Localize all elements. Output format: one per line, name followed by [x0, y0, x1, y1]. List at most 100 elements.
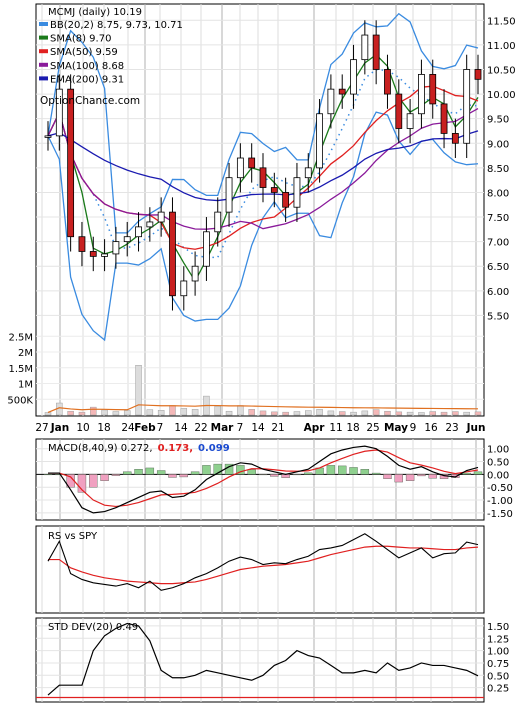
- macd-hist-value: 0.099: [198, 443, 230, 454]
- candle-body: [180, 280, 188, 297]
- candle-body: [338, 88, 346, 95]
- macd-signal-value: 0.173,: [158, 443, 193, 454]
- x-tick-label: 7: [237, 422, 244, 434]
- candle-body: [67, 88, 75, 238]
- x-tick-label: Apr: [304, 422, 326, 434]
- candle-body: [350, 59, 357, 95]
- candle-body: [169, 211, 176, 297]
- macd-histogram-bar: [111, 474, 121, 476]
- macd-histogram-bar: [258, 474, 268, 476]
- candle-body: [270, 187, 278, 193]
- volume-bar: [350, 411, 357, 416]
- candle-body: [89, 251, 97, 257]
- volume-y-axis: 2.5M 2M 1.5M 1M 500K: [7, 332, 33, 406]
- stock-chart: 11.50 11.00 10.50 10.00 9.50 9.00 8.50 8.00 7.50…: [0, 0, 526, 706]
- volume-bar: [293, 411, 301, 416]
- x-tick-label: 18: [346, 422, 359, 434]
- volume-y-tick: 500K: [7, 395, 33, 406]
- x-tick-label: Jun: [466, 422, 486, 434]
- volume-bar: [259, 410, 267, 416]
- price-y-tick: 11.00: [487, 41, 516, 52]
- candle-body: [101, 253, 108, 257]
- price-y-tick: 7.00: [487, 238, 509, 249]
- candle-body: [406, 113, 414, 129]
- x-tick-label: Jan: [50, 422, 69, 434]
- macd-y-axis: 1.00 0.500.00 -0.50 -1.00 -1.50: [487, 445, 513, 520]
- legend-swatch: [39, 62, 48, 67]
- legend-entry: SMA(100) 8.68: [50, 61, 124, 72]
- volume-y-tick: 1.5M: [8, 364, 33, 375]
- x-tick-label: 9: [410, 422, 417, 434]
- candle-body: [123, 236, 131, 243]
- legend-entry: EMA(200) 9.31: [50, 74, 124, 85]
- candle-body: [203, 231, 210, 267]
- volume-bar: [169, 405, 176, 416]
- macd-histogram-bar: [190, 471, 200, 475]
- volume-y-tick: 2.5M: [8, 332, 33, 343]
- volume-bar: [384, 410, 391, 416]
- std-y-tick: 1.50: [487, 622, 509, 633]
- x-tick-label: Feb: [134, 422, 156, 434]
- brand-label: OptionChance.com: [40, 95, 140, 107]
- candle-body: [293, 177, 301, 208]
- volume-bar: [135, 365, 142, 416]
- volume-bar: [463, 411, 470, 416]
- volume-bar: [440, 411, 448, 416]
- volume-bar: [191, 409, 199, 416]
- volume-bar: [305, 410, 312, 416]
- candle-body: [429, 74, 437, 105]
- volume-bar: [372, 409, 380, 416]
- macd-histogram-bar: [202, 465, 211, 475]
- candle-body: [418, 74, 425, 115]
- candle-body: [78, 236, 86, 252]
- price-y-tick: 6.50: [487, 262, 509, 273]
- macd-histogram-bar: [156, 470, 166, 475]
- rs-panel-frame: [35, 525, 485, 614]
- x-axis-labels: 27 Jan 10 18 24 Feb 7 14 22 Mar 7 14 21 Apr 11 18 25 May 9…: [35, 422, 485, 434]
- price-y-tick: 11.50: [487, 16, 516, 27]
- candle-body: [316, 113, 323, 169]
- macd-histogram-bar: [123, 471, 132, 475]
- macd-y-tick: -1.50: [487, 509, 513, 520]
- candle-body: [451, 133, 459, 144]
- volume-bar: [214, 405, 221, 416]
- legend-entry: SMA(50) 9.59: [50, 47, 118, 58]
- price-y-tick: 10.50: [487, 65, 516, 76]
- macd-histogram-bar: [43, 474, 53, 476]
- volume-bar: [146, 409, 154, 416]
- x-tick-label: 21: [271, 422, 284, 434]
- candle-body: [440, 103, 448, 134]
- candle-body: [225, 177, 233, 213]
- macd-histogram-bar: [270, 474, 279, 477]
- volume-bar: [67, 410, 74, 416]
- x-tick-label: 11: [329, 422, 342, 434]
- std-y-tick: 1.25: [487, 634, 509, 645]
- chart-canvas: 11.50 11.00 10.50 10.00 9.50 9.00 8.50 8.00 7.50…: [7, 3, 516, 703]
- candle-body: [474, 69, 482, 80]
- std-label: STD DEV(20) 0.49: [48, 622, 138, 633]
- macd-y-tick: 0.50: [487, 458, 509, 469]
- std-y-tick: 1.00: [487, 647, 509, 658]
- candle-body: [304, 167, 312, 179]
- macd-y-tick: -1.00: [487, 496, 513, 507]
- macd-histogram-bar: [462, 472, 471, 475]
- price-y-tick: 9.00: [487, 139, 509, 150]
- volume-bar: [338, 411, 346, 416]
- volume-bar: [237, 405, 244, 416]
- macd-label-main: MACD(8,40,9) 0.272,: [48, 443, 153, 454]
- price-y-tick: 6.00: [487, 287, 509, 298]
- legend-swatch: [39, 35, 48, 40]
- x-tick-label: 22: [194, 422, 207, 434]
- volume-bar: [271, 411, 278, 416]
- price-y-tick: 8.50: [487, 164, 509, 175]
- macd-histogram-bar: [349, 467, 358, 475]
- x-tick-label: Mar: [211, 422, 235, 434]
- macd-histogram-bar: [405, 474, 415, 481]
- x-tick-label: 24: [121, 422, 135, 434]
- volume-bar: [225, 410, 233, 416]
- macd-histogram-bar: [89, 474, 98, 488]
- x-tick-label: 25: [366, 422, 379, 434]
- macd-label: MACD(8,40,9) 0.272, 0.173, 0.099: [48, 443, 230, 454]
- price-y-tick: 8.00: [487, 188, 509, 199]
- macd-histogram-bar: [383, 474, 392, 479]
